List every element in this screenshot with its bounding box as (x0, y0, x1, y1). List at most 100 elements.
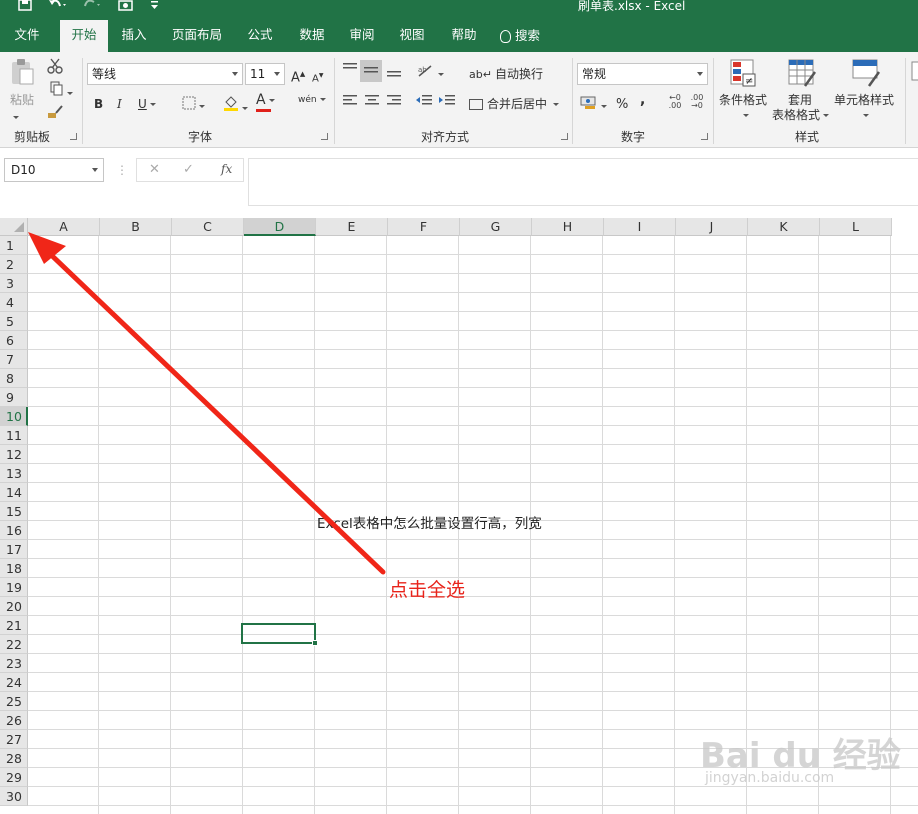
save-icon[interactable] (18, 0, 32, 12)
row-header-5[interactable]: 5 (0, 312, 28, 331)
cut-icon[interactable] (46, 58, 64, 79)
italic-button[interactable]: I (117, 96, 122, 112)
row-header-12[interactable]: 12 (0, 445, 28, 464)
fill-color-icon[interactable] (220, 94, 250, 117)
insert-cells-icon[interactable] (910, 58, 918, 93)
number-launcher-icon[interactable] (701, 133, 708, 140)
merge-center-button[interactable]: 合并后居中 (469, 96, 560, 112)
format-painter-icon[interactable] (46, 104, 64, 125)
row-header-10[interactable]: 10 (0, 407, 28, 426)
column-header-C[interactable]: C (172, 218, 244, 236)
tab-page-layout[interactable]: 页面布局 (166, 20, 228, 52)
column-header-B[interactable]: B (100, 218, 172, 236)
format-as-table-icon[interactable] (786, 58, 818, 93)
increase-indent-icon[interactable] (437, 94, 457, 113)
fill-handle[interactable] (312, 640, 318, 646)
grow-font-button[interactable]: A▲ (291, 66, 305, 86)
comma-button[interactable]: , (640, 92, 645, 108)
column-header-H[interactable]: H (532, 218, 604, 236)
orientation-icon[interactable]: ab (416, 64, 444, 83)
enter-icon[interactable]: ✓ (183, 162, 194, 177)
redo-icon[interactable] (82, 0, 102, 12)
select-all-button[interactable] (0, 218, 28, 236)
row-header-7[interactable]: 7 (0, 350, 28, 369)
cell-styles-icon[interactable] (850, 58, 882, 93)
row-header-3[interactable]: 3 (0, 274, 28, 293)
paste-icon[interactable] (8, 58, 36, 91)
alignment-launcher-icon[interactable] (561, 133, 568, 140)
insert-function-icon[interactable]: fx (221, 162, 232, 176)
align-bottom-icon[interactable] (384, 64, 404, 83)
row-header-27[interactable]: 27 (0, 730, 28, 749)
camera-icon[interactable] (118, 0, 134, 12)
row-header-28[interactable]: 28 (0, 749, 28, 768)
formula-input[interactable] (248, 158, 918, 206)
tab-data[interactable]: 数据 (290, 20, 334, 52)
row-header-8[interactable]: 8 (0, 369, 28, 388)
tab-insert[interactable]: 插入 (112, 20, 156, 52)
conditional-formatting-dropdown-icon[interactable] (740, 108, 749, 124)
tab-file[interactable]: 文件 (4, 20, 50, 52)
row-header-17[interactable]: 17 (0, 540, 28, 559)
decrease-indent-icon[interactable] (414, 94, 434, 113)
column-header-A[interactable]: A (28, 218, 100, 236)
decrease-decimal-icon[interactable]: .00 →0 (688, 94, 706, 110)
format-as-table-button[interactable]: 表格格式 (772, 107, 830, 123)
column-header-D[interactable]: D (244, 218, 316, 236)
row-header-1[interactable]: 1 (0, 236, 28, 255)
tab-review[interactable]: 审阅 (340, 20, 384, 52)
row-header-21[interactable]: 21 (0, 616, 28, 635)
row-header-26[interactable]: 26 (0, 711, 28, 730)
accounting-format-icon[interactable] (578, 94, 608, 115)
active-cell-D10[interactable] (241, 623, 318, 646)
undo-icon[interactable] (48, 0, 68, 12)
customize-icon[interactable] (150, 0, 160, 12)
column-header-F[interactable]: F (388, 218, 460, 236)
row-header-15[interactable]: 15 (0, 502, 28, 521)
row-header-4[interactable]: 4 (0, 293, 28, 312)
row-header-29[interactable]: 29 (0, 768, 28, 787)
row-header-30[interactable]: 30 (0, 787, 28, 806)
percent-button[interactable]: % (616, 97, 628, 113)
row-header-11[interactable]: 11 (0, 426, 28, 445)
underline-button[interactable]: U (138, 96, 156, 112)
row-header-14[interactable]: 14 (0, 483, 28, 502)
row-header-18[interactable]: 18 (0, 559, 28, 578)
tab-home[interactable]: 开始 (60, 20, 108, 52)
phonetic-button[interactable]: wén (298, 92, 326, 108)
column-header-L[interactable]: L (820, 218, 892, 236)
bold-button[interactable]: B (94, 96, 103, 112)
cell-styles-dropdown-icon[interactable] (860, 108, 869, 124)
row-header-20[interactable]: 20 (0, 597, 28, 616)
align-center-icon[interactable] (362, 94, 382, 113)
column-header-I[interactable]: I (604, 218, 676, 236)
clipboard-launcher-icon[interactable] (70, 133, 77, 140)
row-header-13[interactable]: 13 (0, 464, 28, 483)
column-header-E[interactable]: E (316, 218, 388, 236)
align-middle-icon[interactable] (360, 60, 382, 82)
row-header-9[interactable]: 9 (0, 388, 28, 407)
tab-formulas[interactable]: 公式 (238, 20, 282, 52)
wrap-text-button[interactable]: ab↵ 自动换行 (469, 66, 543, 83)
conditional-formatting-icon[interactable]: ≠ (728, 58, 758, 93)
font-size-dropdown[interactable]: 11 (245, 63, 285, 85)
cell-E4[interactable]: Excel表格中怎么批量设置行高，列宽 (317, 512, 542, 532)
paste-dropdown-icon[interactable] (10, 110, 19, 126)
paste-button[interactable]: 粘贴 (10, 92, 34, 108)
row-header-24[interactable]: 24 (0, 673, 28, 692)
align-right-icon[interactable] (384, 94, 404, 113)
font-name-dropdown[interactable]: 等线 (87, 63, 243, 85)
font-launcher-icon[interactable] (321, 133, 328, 140)
tab-help[interactable]: 帮助 (442, 20, 486, 52)
align-left-icon[interactable] (340, 94, 360, 113)
more-options-icon[interactable]: ⋮ (116, 162, 128, 178)
column-header-J[interactable]: J (676, 218, 748, 236)
column-header-G[interactable]: G (460, 218, 532, 236)
column-header-K[interactable]: K (748, 218, 820, 236)
row-header-25[interactable]: 25 (0, 692, 28, 711)
font-color-button[interactable]: A (256, 92, 275, 112)
row-header-6[interactable]: 6 (0, 331, 28, 350)
borders-icon[interactable] (178, 96, 208, 115)
increase-decimal-icon[interactable]: ←0.00 (666, 94, 684, 110)
tab-view[interactable]: 视图 (390, 20, 434, 52)
